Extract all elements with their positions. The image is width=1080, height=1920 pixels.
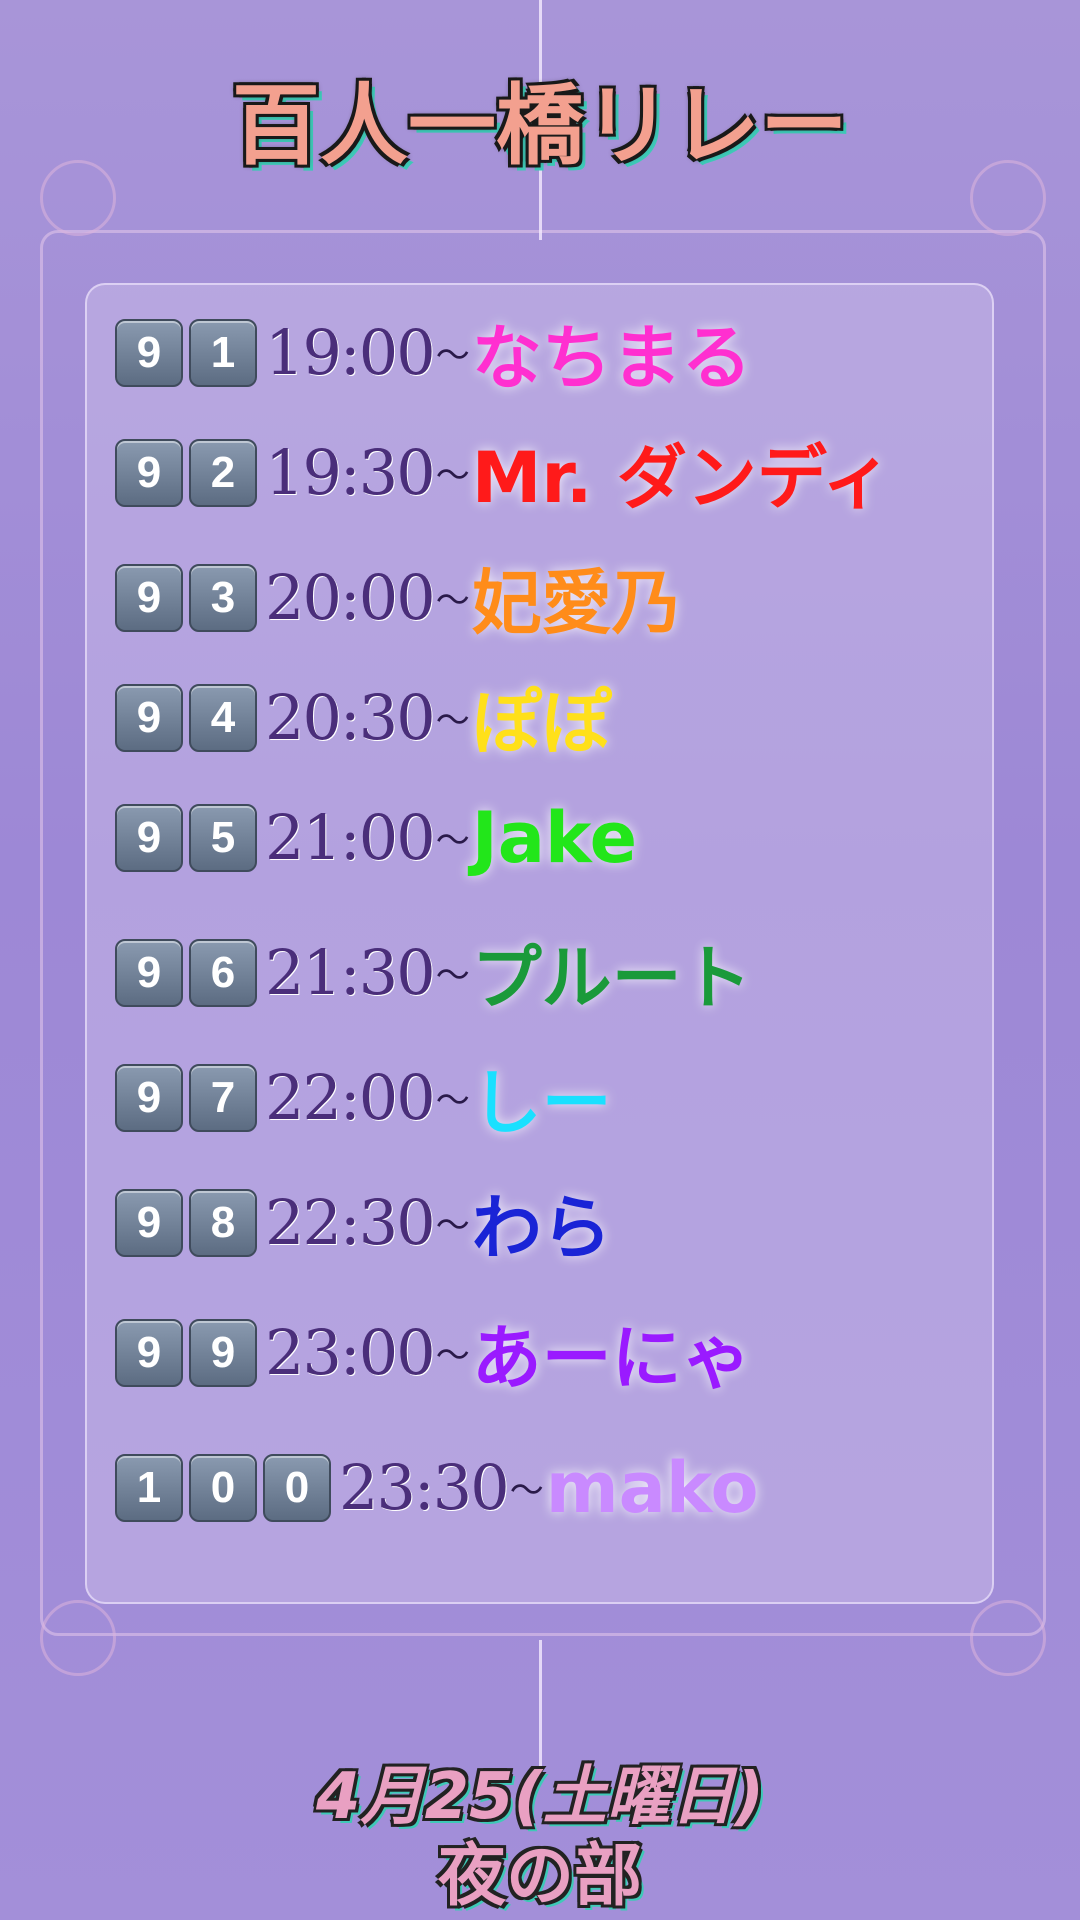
corner-swirl-bottom-right	[970, 1600, 1046, 1676]
page-title: 百人一橋リレー	[231, 74, 848, 177]
number-keycap: 9	[115, 1188, 183, 1257]
schedule-row: 9 8 22:30 〜わら	[115, 1175, 612, 1270]
performer-name: あーにゃ	[471, 1317, 752, 1399]
number-keycap: 7	[189, 1063, 257, 1132]
number-keycap: 0	[263, 1453, 331, 1522]
tilde-separator: 〜	[509, 1471, 544, 1511]
performer-name: ぽぽ	[471, 682, 612, 764]
number-keycap: 9	[115, 438, 183, 507]
time-label: 19:00	[265, 316, 436, 389]
time-label: 19:30	[265, 436, 436, 509]
schedule-row: 9 4 20:30 〜ぽぽ	[115, 670, 612, 765]
performer-name: Jake	[471, 796, 638, 879]
number-keycap: 1	[189, 318, 257, 387]
schedule-row: 9 7 22:00 〜しー	[115, 1050, 612, 1145]
number-keycap: 8	[189, 1188, 257, 1257]
time-label: 21:30	[265, 936, 436, 1009]
schedule-row: 9 9 23:00 〜あーにゃ	[115, 1305, 752, 1400]
tilde-separator: 〜	[435, 1206, 470, 1246]
corner-swirl-bottom-left	[40, 1600, 116, 1676]
tilde-separator: 〜	[435, 456, 470, 496]
event-session: 夜の部	[437, 1837, 642, 1916]
schedule-row: 9 6 21:30 〜プルート	[115, 925, 752, 1020]
number-keycap: 0	[189, 1453, 257, 1522]
tilde-separator: 〜	[435, 701, 470, 741]
performer-name: 妃愛乃	[471, 562, 682, 644]
performer-name: わら	[471, 1187, 612, 1269]
time-label: 23:30	[339, 1451, 510, 1524]
performer-name: mako	[545, 1446, 759, 1529]
number-keycap: 9	[115, 1063, 183, 1132]
performer-name: なちまる	[471, 317, 752, 399]
number-keycap: 9	[115, 683, 183, 752]
schedule-row: 9 1 19:00 〜なちまる	[115, 305, 752, 400]
tilde-separator: 〜	[435, 1336, 470, 1376]
tilde-separator: 〜	[435, 336, 470, 376]
number-keycap: 3	[189, 563, 257, 632]
number-keycap: 9	[189, 1318, 257, 1387]
performer-name: プルート	[471, 937, 752, 1019]
time-label: 23:00	[265, 1316, 436, 1389]
number-keycap: 4	[189, 683, 257, 752]
tilde-separator: 〜	[435, 821, 470, 861]
performer-name: しー	[471, 1062, 612, 1144]
number-keycap: 9	[115, 318, 183, 387]
tilde-separator: 〜	[435, 1081, 470, 1121]
number-keycap: 9	[115, 563, 183, 632]
time-label: 20:00	[265, 561, 436, 634]
time-label: 21:00	[265, 801, 436, 874]
schedule-row: 1 0 0 23:30 〜 mako	[115, 1440, 759, 1535]
schedule-row: 9 5 21:00 〜 Jake	[115, 790, 637, 885]
number-keycap: 9	[115, 803, 183, 872]
number-keycap: 5	[189, 803, 257, 872]
number-keycap: 1	[115, 1453, 183, 1522]
schedule-row: 9 3 20:00 〜妃愛乃	[115, 550, 682, 645]
number-keycap: 6	[189, 938, 257, 1007]
time-label: 20:30	[265, 681, 436, 754]
tilde-separator: 〜	[435, 956, 470, 996]
schedule-row: 9 2 19:30 〜 Mr. ダンディ	[115, 425, 892, 520]
number-keycap: 2	[189, 438, 257, 507]
number-keycap: 9	[115, 1318, 183, 1387]
time-label: 22:30	[265, 1186, 436, 1259]
number-keycap: 9	[115, 938, 183, 1007]
tilde-separator: 〜	[435, 581, 470, 621]
performer-name: Mr. ダンディ	[471, 437, 892, 519]
time-label: 22:00	[265, 1061, 436, 1134]
